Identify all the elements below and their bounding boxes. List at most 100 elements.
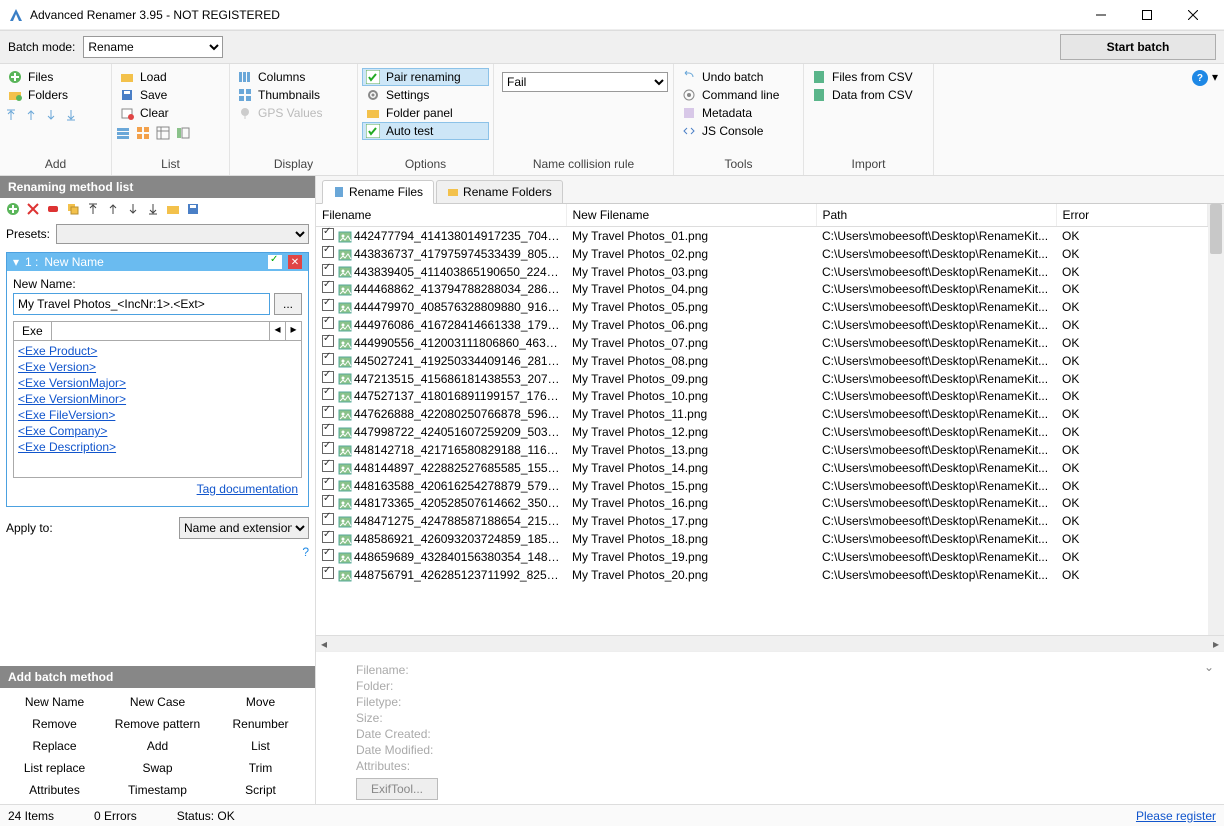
tag-link[interactable]: <Exe Description> [18,439,297,455]
row-checkbox[interactable] [322,299,334,311]
table-row[interactable]: 445027241_419250334409146_2812215...My T… [316,352,1208,370]
save-method-icon[interactable] [186,202,200,216]
table-row[interactable]: 448659689_432840156380354_1484698...My T… [316,548,1208,566]
load-method-icon[interactable] [166,202,180,216]
row-checkbox[interactable] [322,513,334,525]
batch-method-add[interactable]: Add [107,736,208,756]
options-folder-panel[interactable]: Folder panel [362,104,489,122]
row-checkbox[interactable] [322,228,334,240]
display-columns[interactable]: Columns [234,68,349,86]
batch-method-list-replace[interactable]: List replace [4,758,105,778]
vertical-scrollbar[interactable] [1208,204,1224,635]
collision-select[interactable]: Fail [502,72,668,92]
row-checkbox[interactable] [322,442,334,454]
options-auto-test[interactable]: Auto test [362,122,489,140]
row-checkbox[interactable] [322,281,334,293]
method-help-icon[interactable]: ? [302,545,315,559]
arrow-down-all-icon[interactable] [64,108,78,122]
horizontal-scrollbar[interactable]: ◂▸ [316,635,1224,651]
tools-undo[interactable]: Undo batch [678,68,795,86]
table-row[interactable]: 447626888_422080250766878_5962250...My T… [316,405,1208,423]
tab-rename-files[interactable]: Rename Files [322,180,434,204]
arrow-up-all-icon[interactable] [4,108,18,122]
arrow-up-icon[interactable] [24,108,38,122]
add-method-icon[interactable] [6,202,20,216]
list-clear[interactable]: Clear [116,104,221,122]
row-checkbox[interactable] [322,460,334,472]
tab-prev[interactable]: ◂ [269,322,285,340]
row-checkbox[interactable] [322,495,334,507]
row-checkbox[interactable] [322,371,334,383]
list-view-icon[interactable] [116,126,130,140]
table-row[interactable]: 442477794_414138014917235_7049308...My T… [316,227,1208,245]
minimize-button[interactable] [1078,0,1124,30]
table-row[interactable]: 448144897_422882527685585_1559815...My T… [316,459,1208,477]
table-row[interactable]: 448586921_426093203724859_1851601...My T… [316,530,1208,548]
method-enabled-check[interactable] [268,255,282,269]
list-load[interactable]: Load [116,68,221,86]
tag-link[interactable]: <Exe Version> [18,359,297,375]
col-newfilename[interactable]: New Filename [566,204,816,227]
maximize-button[interactable] [1124,0,1170,30]
table-row[interactable]: 448471275_424788587188654_2153053...My T… [316,512,1208,530]
options-pair[interactable]: Pair renaming [362,68,489,86]
batch-method-trim[interactable]: Trim [210,758,311,778]
other-view-icon[interactable] [176,126,190,140]
table-row[interactable]: 448163588_420616254278879_5797681...My T… [316,477,1208,495]
tag-link[interactable]: <Exe VersionMinor> [18,391,297,407]
start-batch-button[interactable]: Start batch [1060,34,1216,60]
move-down-icon[interactable] [126,202,140,216]
table-row[interactable]: 443836737_417975974533439_8053835...My T… [316,245,1208,263]
move-bottom-icon[interactable] [146,202,160,216]
presets-select[interactable] [56,224,309,244]
tag-link[interactable]: <Exe VersionMajor> [18,375,297,391]
display-gps[interactable]: GPS Values [234,104,349,122]
row-checkbox[interactable] [322,246,334,258]
table-row[interactable]: 443839405_411403865190650_2242416...My T… [316,263,1208,281]
table-row[interactable]: 447213515_415686181438553_2071835...My T… [316,370,1208,388]
row-checkbox[interactable] [322,317,334,329]
row-checkbox[interactable] [322,353,334,365]
col-path[interactable]: Path [816,204,1056,227]
tools-js[interactable]: JS Console [678,122,795,140]
exiftool-button[interactable]: ExifTool... [356,778,438,800]
tag-documentation-link[interactable]: Tag documentation [197,482,298,496]
tools-cmd[interactable]: Command line [678,86,795,104]
grid-view-icon[interactable] [136,126,150,140]
batch-method-renumber[interactable]: Renumber [210,714,311,734]
table-row[interactable]: 444468862_413794788288034_2860360...My T… [316,280,1208,298]
batch-method-replace[interactable]: Replace [4,736,105,756]
tag-link[interactable]: <Exe FileVersion> [18,407,297,423]
remove-method-icon[interactable] [26,202,40,216]
table-row[interactable]: 448142718_421716580829188_1163637...My T… [316,441,1208,459]
options-settings[interactable]: Settings [362,86,489,104]
row-checkbox[interactable] [322,388,334,400]
batch-method-attributes[interactable]: Attributes [4,780,105,800]
browse-tags-button[interactable]: ... [274,293,302,315]
close-button[interactable] [1170,0,1216,30]
tag-link[interactable]: <Exe Company> [18,423,297,439]
tag-link[interactable]: <Exe Product> [18,343,297,359]
file-grid[interactable]: Filename New Filename Path Error 4424777… [316,204,1208,635]
batch-method-move[interactable]: Move [210,692,311,712]
row-checkbox[interactable] [322,567,334,579]
table-row[interactable]: 448173365_420528507614662_3509165...My T… [316,494,1208,512]
dropdown-arrow-icon[interactable]: ▾ [1212,70,1218,84]
batch-method-remove-pattern[interactable]: Remove pattern [107,714,208,734]
tools-meta[interactable]: Metadata [678,104,795,122]
collapse-icon[interactable]: ▾ [13,255,19,269]
batch-method-swap[interactable]: Swap [107,758,208,778]
list-save[interactable]: Save [116,86,221,104]
batch-method-remove[interactable]: Remove [4,714,105,734]
row-checkbox[interactable] [322,335,334,347]
help-icon[interactable]: ? [1192,70,1208,86]
tab-rename-folders[interactable]: Rename Folders [436,180,563,204]
detail-view-icon[interactable] [156,126,170,140]
col-filename[interactable]: Filename [316,204,566,227]
details-collapse-icon[interactable]: ⌄ [1204,660,1214,674]
row-checkbox[interactable] [322,549,334,561]
register-link[interactable]: Please register [1136,809,1216,823]
batch-method-timestamp[interactable]: Timestamp [107,780,208,800]
move-top-icon[interactable] [86,202,100,216]
import-files-csv[interactable]: Files from CSV [808,68,925,86]
